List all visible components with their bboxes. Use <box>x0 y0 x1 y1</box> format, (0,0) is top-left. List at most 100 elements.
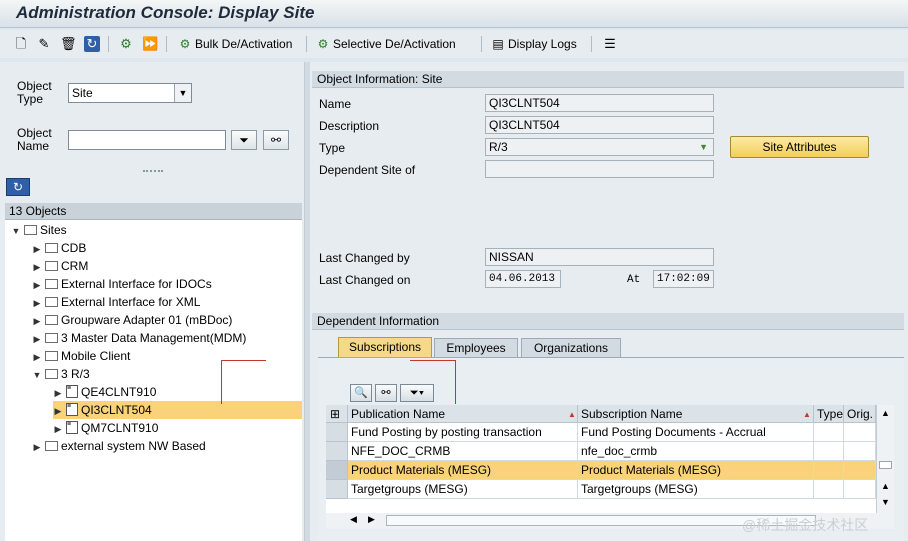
scroll-right-icon[interactable]: ▶ <box>368 514 375 525</box>
expanded-triangle-icon[interactable]: ▼ <box>32 366 42 384</box>
column-orig[interactable]: Orig. <box>844 405 876 423</box>
tree-node-idocs[interactable]: ▶ External Interface for IDOCs <box>32 275 212 293</box>
column-subscription-name[interactable]: Subscription Name ▲ <box>578 405 814 423</box>
tree-node-label: QE4CLNT910 <box>81 385 157 399</box>
edit-pencil-icon[interactable]: ✎ <box>36 36 52 52</box>
object-type-select[interactable]: Site ▼ <box>68 83 192 103</box>
type-cell <box>814 461 844 480</box>
filter-funnel-icon: ⏷▾ <box>409 387 425 399</box>
tree-node-crm[interactable]: ▶ CRM <box>32 257 89 276</box>
binoculars-icon: ⚯ <box>381 387 391 399</box>
application-toolbar: 🗋 ✎ 🗑 ↻ ⚙ ⏩ ⚙ Bulk De/Activation ⚙ Selecti… <box>0 30 908 58</box>
tree-node-cdb[interactable]: ▶ CDB <box>32 239 87 258</box>
scroll-bottom-icon[interactable]: ▼ <box>881 497 890 507</box>
subscription-cell: Targetgroups (MESG) <box>578 480 814 499</box>
collapsed-triangle-icon[interactable]: ▶ <box>32 330 42 348</box>
tree-node-mobile-client[interactable]: ▶ Mobile Client <box>32 347 131 366</box>
collapsed-triangle-icon[interactable]: ▶ <box>53 402 63 420</box>
column-header-label: Publication Name <box>351 407 446 421</box>
row-selector[interactable] <box>326 442 348 461</box>
orig-cell <box>844 442 876 461</box>
selective-activation-button[interactable]: ⚙ Selective De/Activation <box>315 36 456 52</box>
site-document-icon: ≡ <box>66 403 78 417</box>
column-publication-name[interactable]: Publication Name ▲ <box>348 405 578 423</box>
orig-cell <box>844 480 876 499</box>
expanded-triangle-icon[interactable]: ▼ <box>11 222 21 240</box>
collapsed-triangle-icon[interactable]: ▶ <box>53 384 63 402</box>
collapsed-triangle-icon[interactable]: ▶ <box>32 348 42 366</box>
collapsed-triangle-icon[interactable]: ▶ <box>32 294 42 312</box>
tree-node-qm7clnt910[interactable]: ▶ ≡ QM7CLNT910 <box>53 419 302 437</box>
new-document-icon[interactable]: 🗋 <box>13 36 29 52</box>
tree-node-nw-based[interactable]: ▶ external system NW Based <box>32 437 206 455</box>
row-selector[interactable] <box>326 423 348 442</box>
tab-organizations[interactable]: Organizations <box>521 338 621 357</box>
site-attributes-button[interactable]: Site Attributes <box>730 136 869 158</box>
tree-node-mdm[interactable]: ▶ 3 Master Data Management(MDM) <box>32 329 247 348</box>
tree-node-label: 3 R/3 <box>61 367 90 381</box>
description-field: QI3CLNT504 <box>485 116 714 134</box>
list-view-icon[interactable]: ☰ <box>602 36 618 52</box>
find-button[interactable]: ⚯ <box>375 384 397 402</box>
site-document-icon: ≡ <box>66 385 78 399</box>
vertical-scrollbar[interactable]: ▲ ▲ ▼ <box>876 405 894 513</box>
folder-open-icon <box>45 368 58 379</box>
orig-cell <box>844 423 876 442</box>
scroll-left-icon[interactable]: ◀ <box>350 514 357 525</box>
display-logs-button[interactable]: ▤ Display Logs <box>490 36 576 52</box>
collapsed-triangle-icon[interactable]: ▶ <box>32 240 42 258</box>
collapsed-triangle-icon[interactable]: ▶ <box>32 276 42 294</box>
annotation-line <box>455 360 456 404</box>
refresh-icon[interactable]: ↻ <box>84 36 100 52</box>
tree-node-xml[interactable]: ▶ External Interface for XML <box>32 293 201 312</box>
scroll-down-icon[interactable]: ▲ <box>881 481 890 491</box>
row-selector[interactable] <box>326 461 348 480</box>
tab-subscriptions[interactable]: Subscriptions <box>338 337 432 357</box>
collapsed-triangle-icon[interactable]: ▶ <box>32 438 42 456</box>
changed-on-field: 04.06.2013 <box>485 270 561 288</box>
object-type-value: Site <box>72 86 93 100</box>
bulk-activation-button[interactable]: ⚙ Bulk De/Activation <box>177 36 293 52</box>
changed-on-label: Last Changed on <box>319 273 411 287</box>
object-name-input[interactable] <box>68 130 226 150</box>
gears-icon: ⚙ <box>179 37 191 51</box>
refresh-icon: ↻ <box>12 180 24 194</box>
tree-node-label: CRM <box>61 259 89 273</box>
type-cell <box>814 480 844 499</box>
filter-dropdown-button[interactable]: ⏷▾ <box>400 384 434 402</box>
find-binoculars-button[interactable]: ⚯ <box>263 130 289 150</box>
folder-icon <box>45 278 58 289</box>
subscription-cell: Fund Posting Documents - Accrual <box>578 423 814 442</box>
resize-grip[interactable] <box>143 170 163 173</box>
column-type[interactable]: Type <box>814 405 844 423</box>
type-select[interactable]: R/3 ▼ <box>485 138 714 156</box>
tree-node-groupware[interactable]: ▶ Groupware Adapter 01 (mBDoc) <box>32 311 233 330</box>
tree-refresh-button[interactable]: ↻ <box>6 178 30 196</box>
details-button[interactable]: 🔍 <box>350 384 372 402</box>
tab-employees[interactable]: Employees <box>434 338 518 357</box>
tree-node-r3[interactable]: ▼ 3 R/3 <box>32 365 90 383</box>
subscription-cell: nfe_doc_crmb <box>578 442 814 461</box>
execute-forward-icon[interactable]: ⏩ <box>142 36 158 52</box>
collapsed-triangle-icon[interactable]: ▶ <box>32 258 42 276</box>
tree-node-qe4clnt910[interactable]: ▶ ≡ QE4CLNT910 <box>53 383 302 401</box>
collapsed-triangle-icon[interactable]: ▶ <box>32 312 42 330</box>
chevron-down-icon[interactable]: ▼ <box>174 84 191 102</box>
tree-node-sites[interactable]: ▼ Sites <box>11 221 67 239</box>
tree-node-label: QM7CLNT910 <box>81 421 159 435</box>
subscription-cell: Product Materials (MESG) <box>578 461 814 480</box>
scroll-up-icon[interactable]: ▲ <box>881 408 890 418</box>
delete-trash-icon[interactable]: 🗑 <box>60 36 77 52</box>
binoculars-icon: ⚯ <box>270 133 282 147</box>
log-document-icon: ▤ <box>492 37 504 51</box>
collapsed-triangle-icon[interactable]: ▶ <box>53 420 63 438</box>
row-selector[interactable] <box>326 480 348 499</box>
type-cell <box>814 423 844 442</box>
activate-icon[interactable]: ⚙ <box>118 36 134 52</box>
tree-node-label: Groupware Adapter 01 (mBDoc) <box>61 313 233 327</box>
tree-node-qi3clnt504[interactable]: ▶ ≡ QI3CLNT504 <box>53 401 302 419</box>
table-settings-icon[interactable]: ⊞ <box>326 405 348 423</box>
dropdown-arrow-icon[interactable]: ▼ <box>699 139 708 155</box>
filter-button[interactable]: ⏷ <box>231 130 257 150</box>
scroll-thumb[interactable] <box>879 461 892 469</box>
